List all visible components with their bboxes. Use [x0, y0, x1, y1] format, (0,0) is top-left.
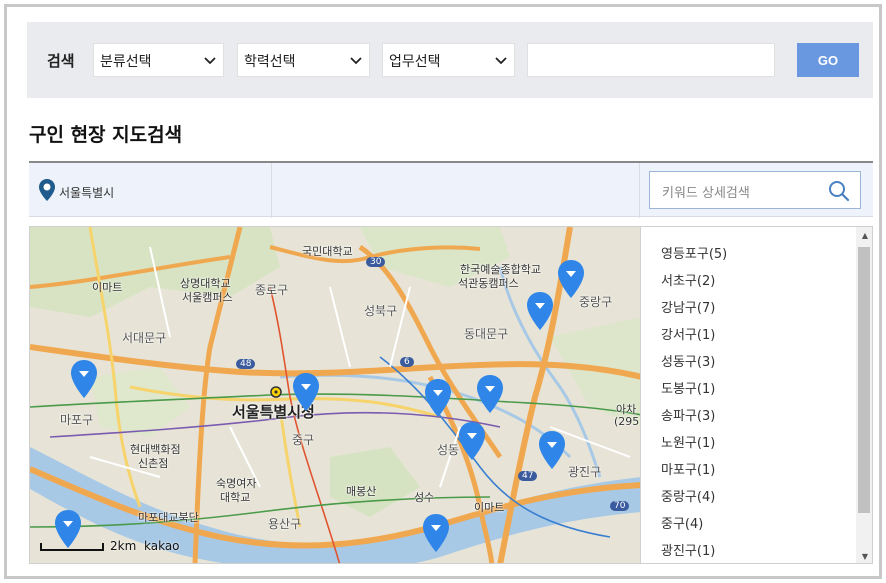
chevron-down-icon — [495, 57, 507, 65]
district-list-item[interactable]: 중랑구(4) — [661, 484, 872, 511]
district-list-item[interactable]: 영등포구(5) — [661, 241, 872, 268]
district-list-item[interactable]: 노원구(1) — [661, 430, 872, 457]
map-label-mapogyo: 마포대교북단 — [138, 511, 199, 524]
map-scale-bar — [40, 543, 104, 551]
map-label-seongsu: 성수 — [414, 491, 435, 504]
map-scale-text: 2km — [110, 539, 137, 553]
map-label-yongsan: 용산구 — [268, 517, 302, 531]
map-label-seongdong: 성동 — [437, 443, 460, 457]
chevron-down-icon — [350, 57, 362, 65]
education-select-value: 학력선택 — [244, 54, 296, 70]
map-label-sookmyung-univ: 대학교 — [220, 491, 251, 504]
scrollbar-thumb[interactable] — [858, 247, 870, 513]
district-list-item[interactable]: 강남구(7) — [661, 295, 872, 322]
chevron-down-icon — [204, 57, 216, 65]
district-list-item[interactable]: 성동구(3) — [661, 349, 872, 376]
education-select[interactable]: 학력선택 — [237, 43, 370, 77]
detail-search-input[interactable]: 키워드 상세검색 — [649, 171, 861, 209]
job-marker-icon[interactable] — [476, 374, 504, 414]
job-select[interactable]: 업무선택 — [382, 43, 515, 77]
region-name[interactable]: 서울특별시 — [59, 184, 114, 201]
district-list-items: 영등포구(5) 서초구(2) 강남구(7) 강서구(1) 성동구(3) 도봉구(1) 송파구… — [641, 227, 872, 563]
map-provider-logo: kakao — [144, 539, 180, 553]
district-list-item[interactable]: 서초구(2) — [661, 268, 872, 295]
district-list-item[interactable]: 송파구(3) — [661, 403, 872, 430]
search-bar: 검색 분류선택 학력선택 업무선택 GO — [27, 22, 873, 98]
job-marker-icon[interactable] — [422, 513, 450, 553]
keyword-input[interactable] — [527, 43, 775, 77]
district-list: 영등포구(5) 서초구(2) 강남구(7) 강서구(1) 성동구(3) 도봉구(1) 송파구… — [641, 226, 873, 564]
map-view[interactable]: 이마트 상명대학교 서울캠퍼스 종로구 국민대학교 한국예술종합학교 석관동캠퍼… — [29, 226, 641, 564]
map-label-seongbuk: 성북구 — [364, 304, 398, 318]
district-list-item[interactable]: 중구(4) — [661, 511, 872, 538]
page-frame: 검색 분류선택 학력선택 업무선택 GO 구인 현장 지도검색 서울특별시 키워… — [4, 4, 882, 579]
job-marker-icon[interactable] — [70, 359, 98, 399]
map-label-emart: 이마트 — [92, 281, 123, 294]
job-marker-icon[interactable] — [292, 372, 320, 412]
go-button[interactable]: GO — [797, 43, 859, 77]
cityhall-marker-icon — [270, 386, 282, 398]
category-select[interactable]: 분류선택 — [93, 43, 224, 77]
job-select-value: 업무선택 — [389, 54, 441, 70]
job-marker-icon[interactable] — [538, 430, 566, 470]
map-label-gwangjin: 광진구 — [568, 465, 602, 479]
route-shield-6: 6 — [400, 357, 414, 367]
map-base — [30, 227, 640, 563]
district-list-item[interactable]: 도봉구(1) — [661, 376, 872, 403]
district-list-item[interactable]: 광진구(1) — [661, 538, 872, 563]
job-marker-icon[interactable] — [424, 378, 452, 418]
category-select-value: 분류선택 — [100, 54, 152, 70]
district-list-item[interactable]: 강서구(1) — [661, 322, 872, 349]
map-label-mapo: 마포구 — [60, 413, 94, 427]
job-marker-icon[interactable] — [557, 259, 585, 299]
divider — [639, 163, 640, 218]
map-label-hyundai-sinchon: 신촌점 — [138, 457, 169, 470]
map-label-kookmin: 국민대학교 — [302, 245, 353, 258]
scrollbar-track[interactable]: ▲ ▼ — [856, 227, 872, 563]
job-marker-icon[interactable] — [526, 291, 554, 331]
map-label-knua-campus: 석관동캠퍼스 — [458, 277, 519, 290]
map-label-junggu: 중구 — [292, 433, 315, 447]
map-label-sangmyung-campus: 서울캠퍼스 — [182, 291, 233, 304]
route-shield-30: 30 — [366, 257, 386, 267]
search-label: 검색 — [47, 52, 75, 70]
route-shield-48: 48 — [236, 359, 256, 369]
page-title: 구인 현장 지도검색 — [29, 124, 183, 146]
scroll-down-icon[interactable]: ▼ — [862, 552, 868, 561]
map-label-emart-2: 이마트 — [474, 501, 505, 514]
detail-search-placeholder: 키워드 상세검색 — [662, 186, 750, 201]
region-bar: 서울특별시 키워드 상세검색 — [29, 161, 873, 218]
map-label-dongdaemun: 동대문구 — [464, 327, 509, 341]
search-icon[interactable] — [828, 180, 850, 202]
map-label-seodaemun: 서대문구 — [122, 331, 167, 345]
route-shield-70: 70 — [610, 501, 630, 511]
district-list-item[interactable]: 마포구(1) — [661, 457, 872, 484]
divider — [271, 163, 272, 218]
scroll-up-icon[interactable]: ▲ — [862, 231, 868, 240]
job-marker-icon[interactable] — [458, 421, 486, 461]
route-shield-47: 47 — [518, 471, 538, 481]
map-label-maebong: 매봉산 — [346, 485, 377, 498]
map-label-jongno: 종로구 — [255, 283, 289, 297]
map-label-acha-height: (295.7 — [614, 415, 640, 428]
location-pin-icon — [39, 179, 55, 201]
